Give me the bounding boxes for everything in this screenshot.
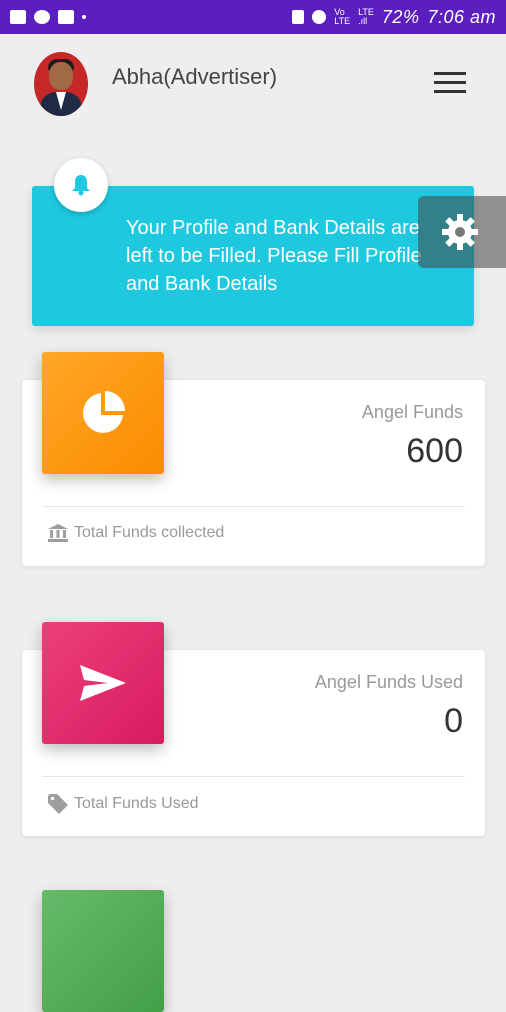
app-header: Abha(Advertiser): [0, 34, 506, 134]
third-card-tile: [42, 890, 164, 1012]
tag-icon: [48, 794, 68, 814]
status-bar-left: [10, 10, 86, 24]
menu-line: [434, 72, 466, 75]
card-title: Angel Funds Used: [314, 672, 463, 692]
lock-icon: [292, 10, 305, 24]
gear-icon: [442, 214, 478, 250]
battery-level: 72%: [381, 6, 420, 27]
pie-chart-tile: [42, 352, 164, 474]
notice-message: Your Profile and Bank Details are left t…: [126, 217, 422, 295]
hamburger-menu-icon[interactable]: [434, 72, 468, 96]
volte-icon: Vo LTE: [334, 7, 351, 26]
card-value: 0: [444, 702, 463, 740]
menu-line: [434, 90, 466, 93]
card-title: Angel Funds: [361, 402, 463, 422]
card-footer: Total Funds Used: [48, 794, 199, 814]
avatar[interactable]: [34, 52, 88, 116]
alarm-icon: [312, 10, 327, 24]
card-footer-label: Total Funds Used: [74, 795, 199, 812]
card-value: 600: [406, 432, 463, 470]
send-tile: [42, 622, 164, 744]
status-bar: Vo LTE LTE .ıll 72% 7:06 am: [0, 0, 506, 34]
mail-icon: [58, 10, 74, 24]
whatsapp-icon: [34, 10, 50, 24]
bank-icon: [48, 524, 68, 542]
status-bar-right: Vo LTE LTE .ıll 72% 7:06 am: [292, 7, 496, 28]
image-icon: [10, 10, 26, 24]
signal-icon: LTE .ıll: [358, 7, 374, 26]
settings-button[interactable]: [418, 196, 506, 268]
card-divider: [42, 506, 465, 507]
card-footer: Total Funds collected: [48, 524, 224, 542]
send-icon: [80, 665, 126, 701]
card-divider: [42, 776, 465, 777]
avatar-face: [49, 62, 73, 90]
card-footer-label: Total Funds collected: [74, 524, 225, 541]
notification-dot-icon: [82, 15, 86, 19]
bell-icon: [54, 158, 108, 212]
menu-line: [434, 81, 466, 84]
pie-chart-icon: [83, 391, 125, 433]
clock-time: 7:06 am: [427, 6, 496, 27]
username: Abha(Advertiser): [112, 64, 278, 89]
